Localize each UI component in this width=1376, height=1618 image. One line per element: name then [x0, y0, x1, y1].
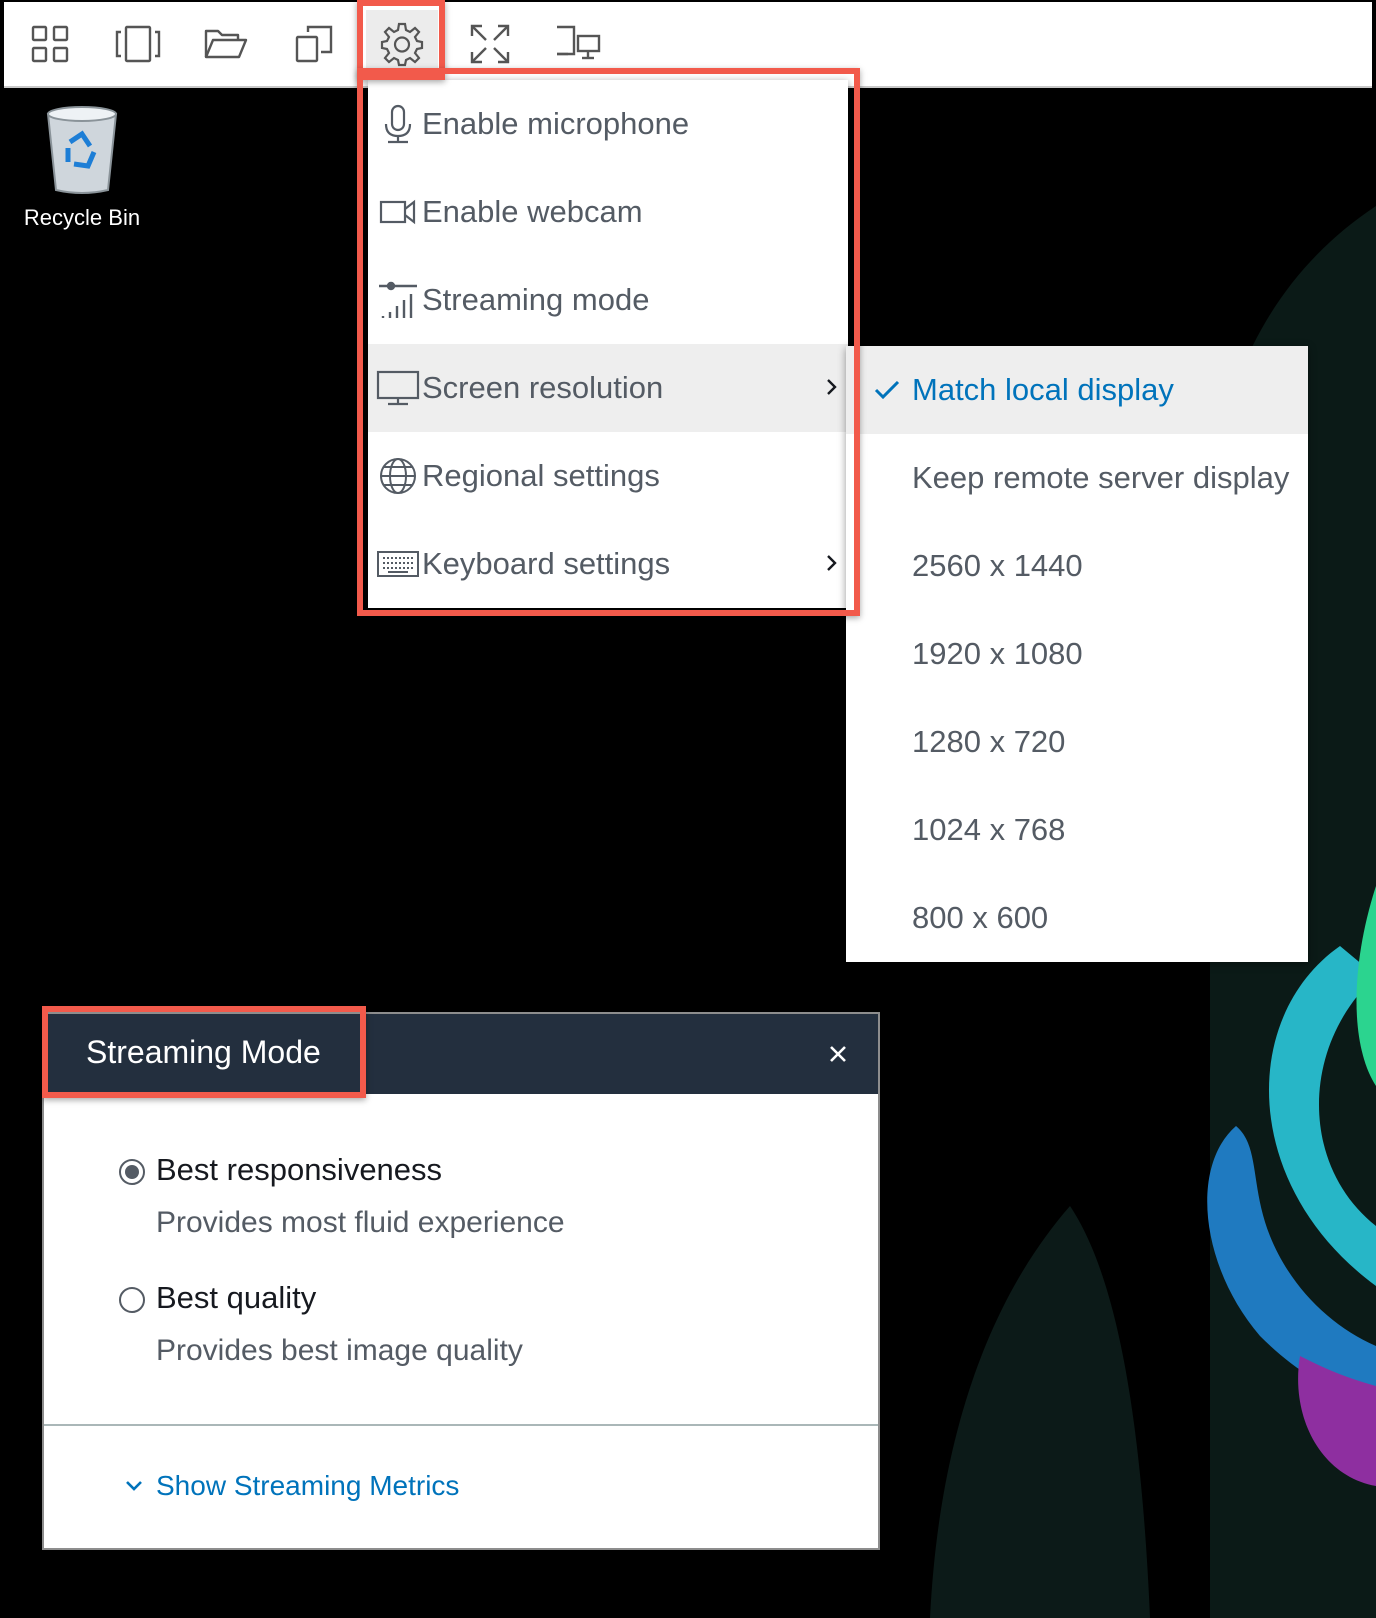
window-switch-button[interactable]	[102, 10, 174, 78]
resolution-option-1920x1080[interactable]: 1920 x 1080	[846, 610, 1308, 698]
metrics-toggle-label: Show Streaming Metrics	[156, 1470, 460, 1501]
check-icon	[874, 380, 904, 400]
resolution-option-label: Keep remote server display	[912, 460, 1290, 495]
resolution-option-2560x1440[interactable]: 2560 x 1440	[846, 522, 1308, 610]
option-label: Best responsiveness	[156, 1152, 443, 1187]
fullscreen-icon	[470, 24, 510, 64]
resolution-option-keep-remote[interactable]: Keep remote server display	[846, 434, 1308, 522]
resolution-option-label: 2560 x 1440	[912, 548, 1083, 583]
copy-button[interactable]	[278, 10, 350, 78]
resolution-option-label: 1280 x 720	[912, 724, 1066, 759]
close-icon[interactable]	[824, 1040, 852, 1068]
radio-selected-icon[interactable]	[118, 1158, 146, 1186]
show-streaming-metrics-link[interactable]: Show Streaming Metrics	[124, 1470, 459, 1502]
resolution-option-label: 1920 x 1080	[912, 636, 1083, 671]
recycle-bin-icon	[46, 106, 118, 194]
grid-button[interactable]	[14, 10, 86, 78]
chevron-down-icon	[126, 1481, 142, 1491]
remote-desktop-screen: Recycle Bin Enable microphone Enable web…	[0, 0, 1376, 1618]
radio-unselected-icon[interactable]	[118, 1286, 146, 1314]
resolution-option-match-local[interactable]: Match local display	[846, 346, 1308, 434]
resolution-option-1024x768[interactable]: 1024 x 768	[846, 786, 1308, 874]
option-label: Best quality	[156, 1280, 317, 1315]
dual-monitor-icon	[557, 25, 601, 60]
resolution-option-label: 1024 x 768	[912, 812, 1066, 847]
resolution-option-1280x720[interactable]: 1280 x 720	[846, 698, 1308, 786]
resolution-option-label: Match local display	[912, 372, 1174, 407]
folder-icon	[204, 29, 248, 59]
option-description: Provides most fluid experience	[156, 1206, 565, 1239]
open-folder-button[interactable]	[190, 10, 262, 78]
resolution-option-label: 800 x 600	[912, 900, 1049, 935]
recycle-bin-label: Recycle Bin	[23, 205, 141, 230]
copy-icon	[295, 25, 333, 63]
divider	[44, 1424, 878, 1426]
grid-icon	[31, 25, 69, 63]
screen-resolution-submenu: Match local display Keep remote server d…	[846, 346, 1308, 962]
option-description: Provides best image quality	[156, 1334, 523, 1367]
highlight-dialog-title	[42, 1006, 366, 1098]
highlight-settings-menu	[357, 68, 860, 616]
window-switch-icon	[115, 25, 161, 63]
recycle-bin[interactable]: Recycle Bin	[20, 104, 144, 231]
resolution-option-800x600[interactable]: 800 x 600	[846, 874, 1308, 962]
